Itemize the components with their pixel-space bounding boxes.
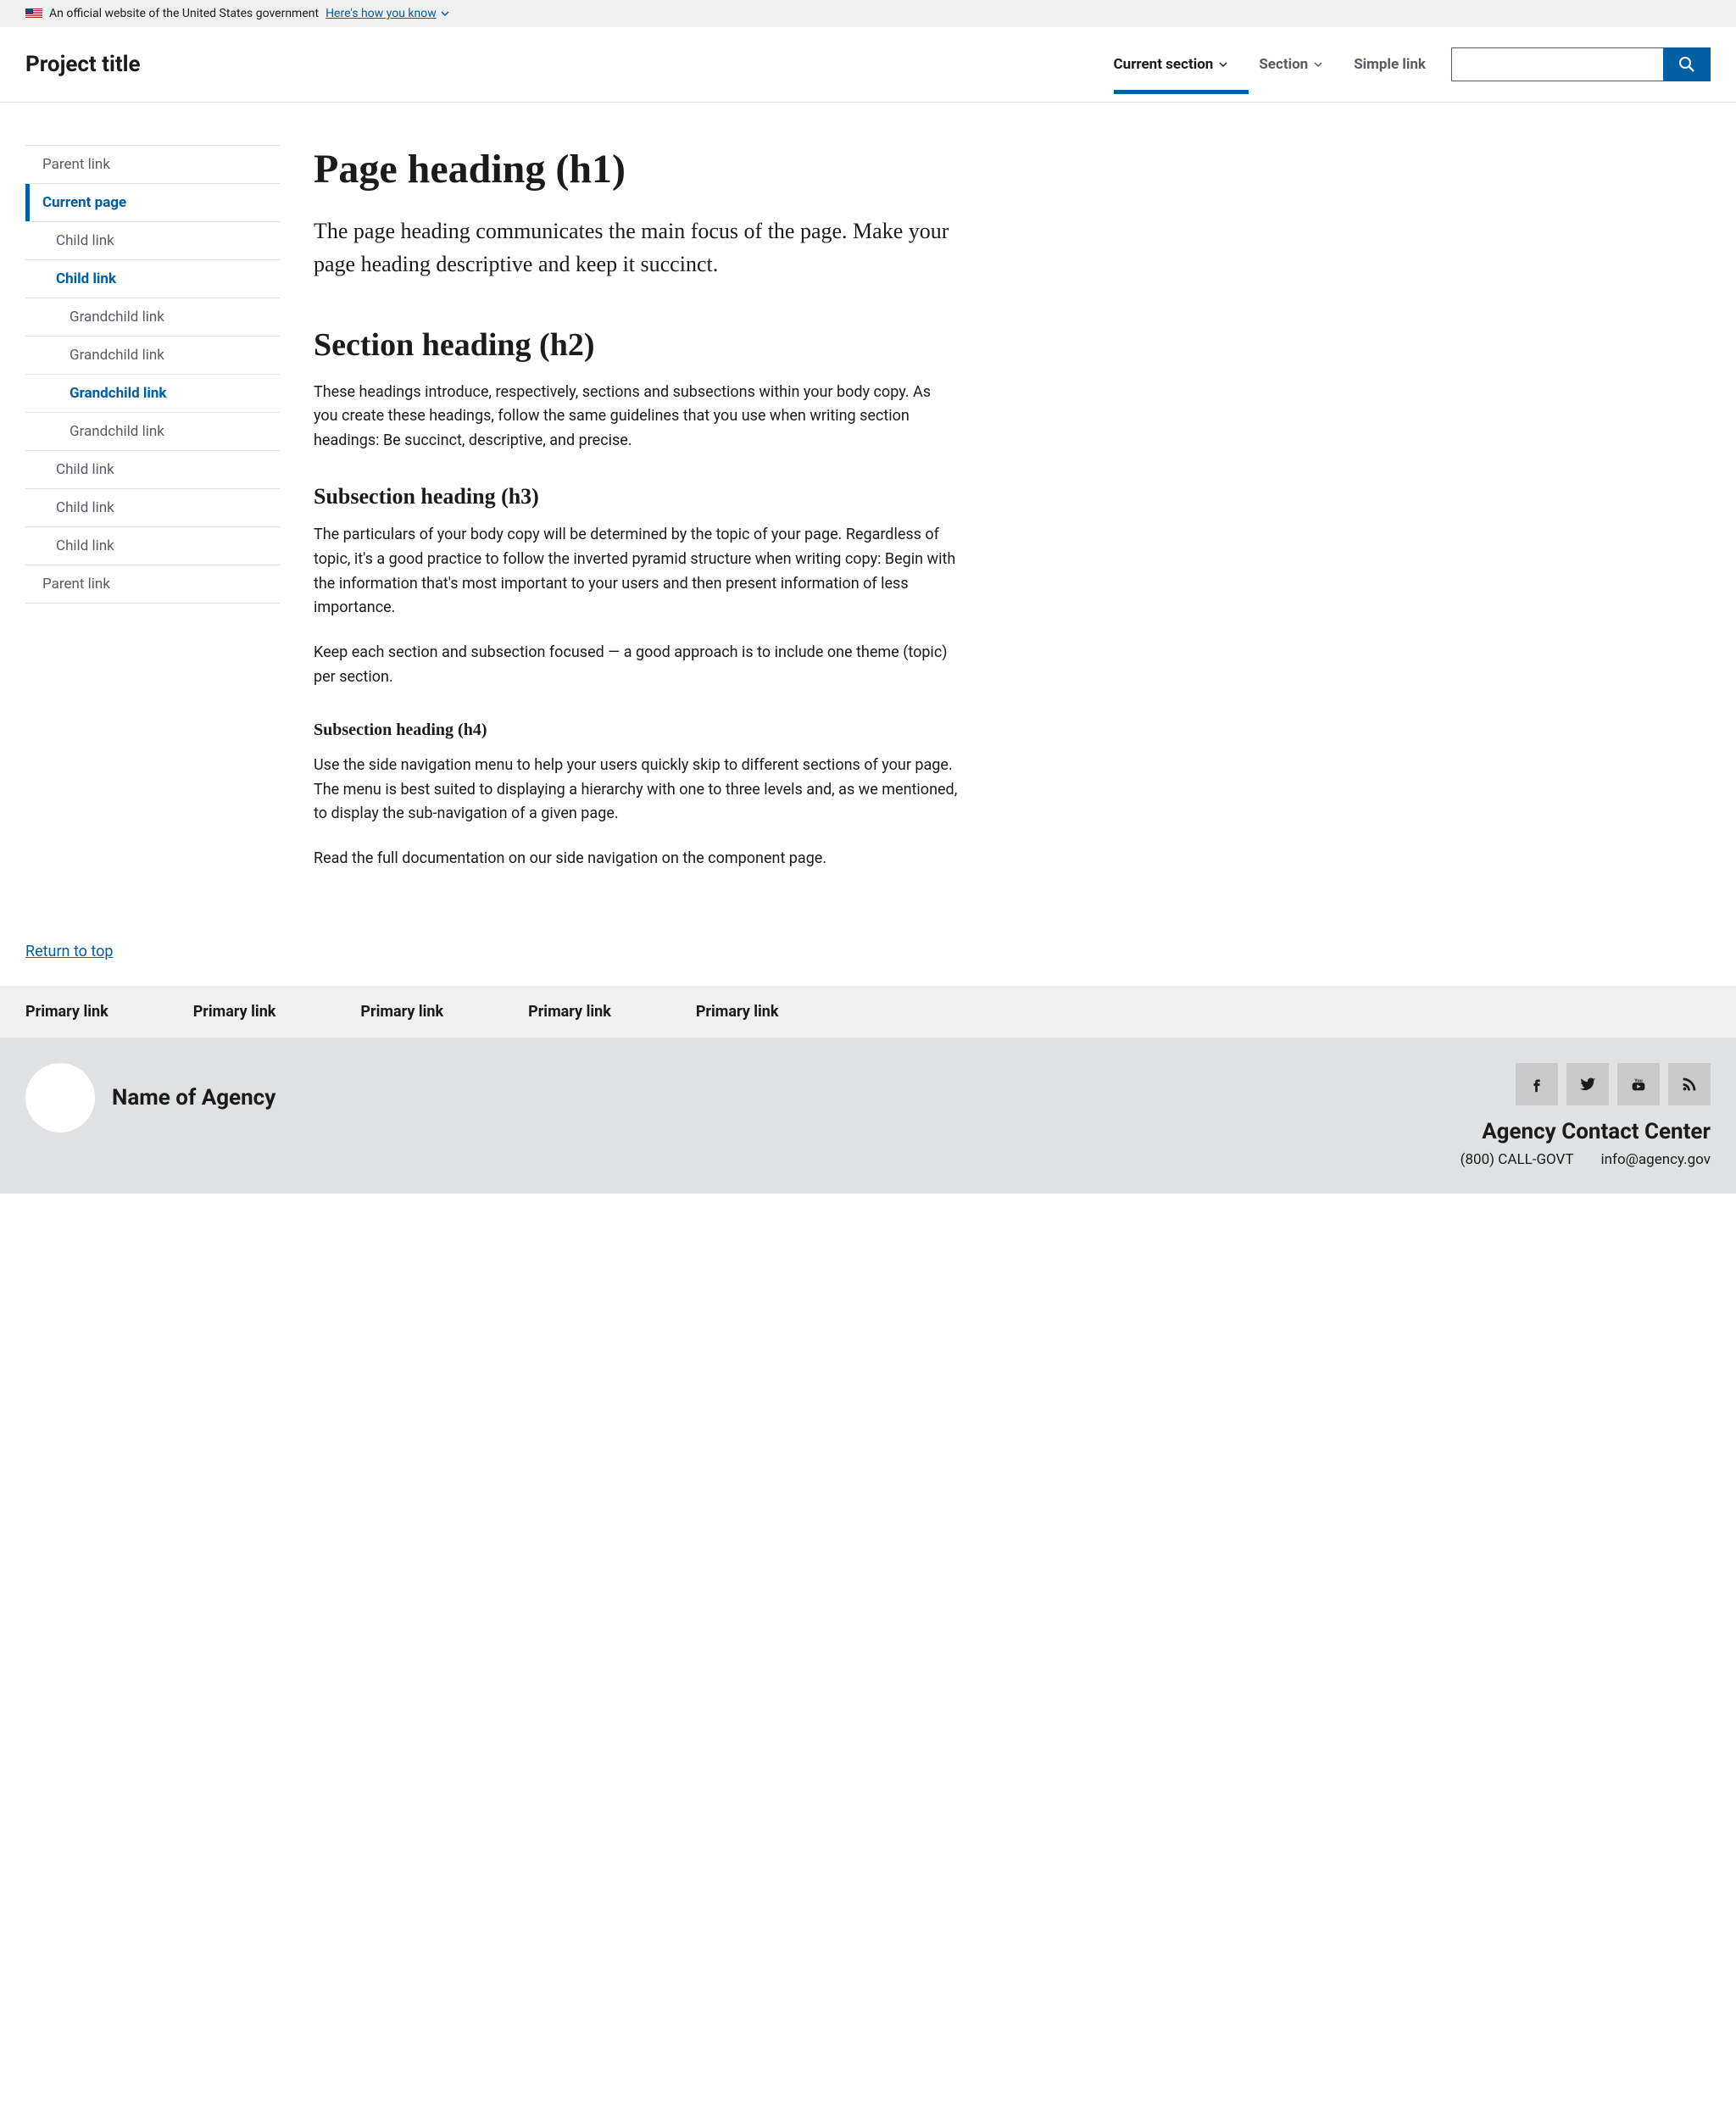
search-button[interactable] [1663, 47, 1711, 81]
sidenav-link[interactable]: Grandchild link [25, 413, 280, 450]
banner-text: An official website of the United States… [49, 7, 319, 20]
sidenav-link[interactable]: Grandchild link [25, 375, 280, 412]
agency-name: Name of Agency [112, 1085, 275, 1110]
subsection-heading-h4: Subsection heading (h4) [314, 721, 958, 740]
body-paragraph: These headings introduce, respectively, … [314, 381, 958, 454]
nav-simple-link[interactable]: Simple link [1354, 56, 1426, 93]
sidenav-item[interactable]: Parent link [25, 145, 280, 183]
contact-email[interactable]: info@agency.gov [1601, 1151, 1711, 1168]
sidenav-link[interactable]: Child link [25, 451, 280, 488]
body-paragraph: Use the side navigation menu to help you… [314, 754, 958, 827]
sidenav-item-active[interactable]: Child link [25, 259, 280, 298]
footer-primary-link[interactable]: Primary link [193, 1003, 276, 1021]
social-youtube[interactable]: You [1617, 1063, 1660, 1105]
footer-primary-link[interactable]: Primary link [696, 1003, 779, 1021]
intro-paragraph: The page heading communicates the main f… [314, 214, 958, 281]
return-to-top-link[interactable]: Return to top [25, 943, 113, 960]
us-flag-icon [25, 8, 42, 19]
section-heading-h2: Section heading (h2) [314, 326, 958, 364]
page-heading-h1: Page heading (h1) [314, 145, 958, 194]
side-navigation: Parent link Current page Child link Chil… [25, 145, 280, 892]
social-links: You [1461, 1063, 1711, 1105]
sidenav-link[interactable]: Child link [25, 527, 280, 565]
chevron-down-icon [440, 8, 450, 19]
nav-item-label: Simple link [1354, 56, 1426, 73]
sidenav-link[interactable]: Child link [25, 489, 280, 526]
sidenav-link[interactable]: Current page [25, 184, 280, 221]
contact-phone[interactable]: (800) CALL-GOVT [1461, 1151, 1574, 1168]
sidenav-link[interactable]: Child link [25, 260, 280, 298]
body-paragraph: Read the full documentation on our side … [314, 847, 958, 871]
subsection-heading-h3: Subsection heading (h3) [314, 484, 958, 509]
facebook-icon [1527, 1075, 1546, 1094]
youtube-icon: You [1629, 1075, 1648, 1094]
sidenav-item-active[interactable]: Grandchild link [25, 374, 280, 412]
sidenav-item[interactable]: Grandchild link [25, 336, 280, 374]
nav-current-section[interactable]: Current section [1114, 56, 1229, 93]
sidenav-item[interactable]: Grandchild link [25, 412, 280, 450]
nav-item-label: Current section [1114, 56, 1214, 73]
agency-block: Name of Agency [25, 1063, 275, 1133]
nav-item-label: Section [1259, 56, 1308, 73]
twitter-icon [1578, 1075, 1597, 1094]
sidenav-item[interactable]: Child link [25, 221, 280, 259]
banner-know-label: Here's how you know [326, 7, 437, 20]
social-twitter[interactable] [1566, 1063, 1609, 1105]
sidenav-link[interactable]: Parent link [25, 565, 280, 603]
contact-items: (800) CALL-GOVT info@agency.gov [1461, 1151, 1711, 1168]
chevron-down-icon [1218, 59, 1228, 70]
header-right: Current section Section Simple link [1114, 47, 1711, 102]
sidenav-item[interactable]: Grandchild link [25, 298, 280, 336]
contact-heading: Agency Contact Center [1461, 1119, 1711, 1144]
sidenav-item[interactable]: Parent link [25, 565, 280, 604]
social-facebook[interactable] [1516, 1063, 1558, 1105]
return-to-top: Return to top [0, 943, 1736, 986]
sidenav-link[interactable]: Child link [25, 222, 280, 259]
sidenav-item[interactable]: Child link [25, 450, 280, 488]
sidenav-item-current[interactable]: Current page [25, 183, 280, 221]
search-form [1451, 47, 1711, 81]
body-paragraph: The particulars of your body copy will b… [314, 523, 958, 621]
sidenav-link[interactable]: Parent link [25, 146, 280, 183]
sidenav-link[interactable]: Grandchild link [25, 337, 280, 374]
footer-primary-link[interactable]: Primary link [528, 1003, 611, 1021]
rss-icon [1680, 1075, 1699, 1094]
search-icon [1678, 56, 1695, 73]
gov-banner: An official website of the United States… [0, 0, 1736, 27]
banner-know-link[interactable]: Here's how you know [326, 7, 450, 20]
nav-section[interactable]: Section [1259, 56, 1323, 93]
sidenav-item[interactable]: Child link [25, 526, 280, 565]
body-paragraph: Keep each section and subsection focused… [314, 641, 958, 690]
social-rss[interactable] [1668, 1063, 1711, 1105]
site-header: Project title Current section Section Si… [0, 27, 1736, 103]
project-title[interactable]: Project title [25, 52, 141, 97]
primary-nav: Current section Section Simple link [1114, 56, 1426, 93]
main-content: Page heading (h1) The page heading commu… [314, 145, 958, 892]
footer-primary-link[interactable]: Primary link [25, 1003, 108, 1021]
agency-logo [25, 1063, 95, 1133]
footer-secondary: Name of Agency You Agency Contact Center… [0, 1038, 1736, 1194]
search-input[interactable] [1451, 47, 1663, 81]
footer-primary-link[interactable]: Primary link [360, 1003, 443, 1021]
sidenav-item[interactable]: Child link [25, 488, 280, 526]
footer-primary-nav: Primary link Primary link Primary link P… [0, 986, 1736, 1038]
footer-right: You Agency Contact Center (800) CALL-GOV… [1461, 1063, 1711, 1168]
chevron-down-icon [1313, 59, 1323, 70]
sidenav-link[interactable]: Grandchild link [25, 298, 280, 336]
main-container: Parent link Current page Child link Chil… [0, 103, 1102, 943]
